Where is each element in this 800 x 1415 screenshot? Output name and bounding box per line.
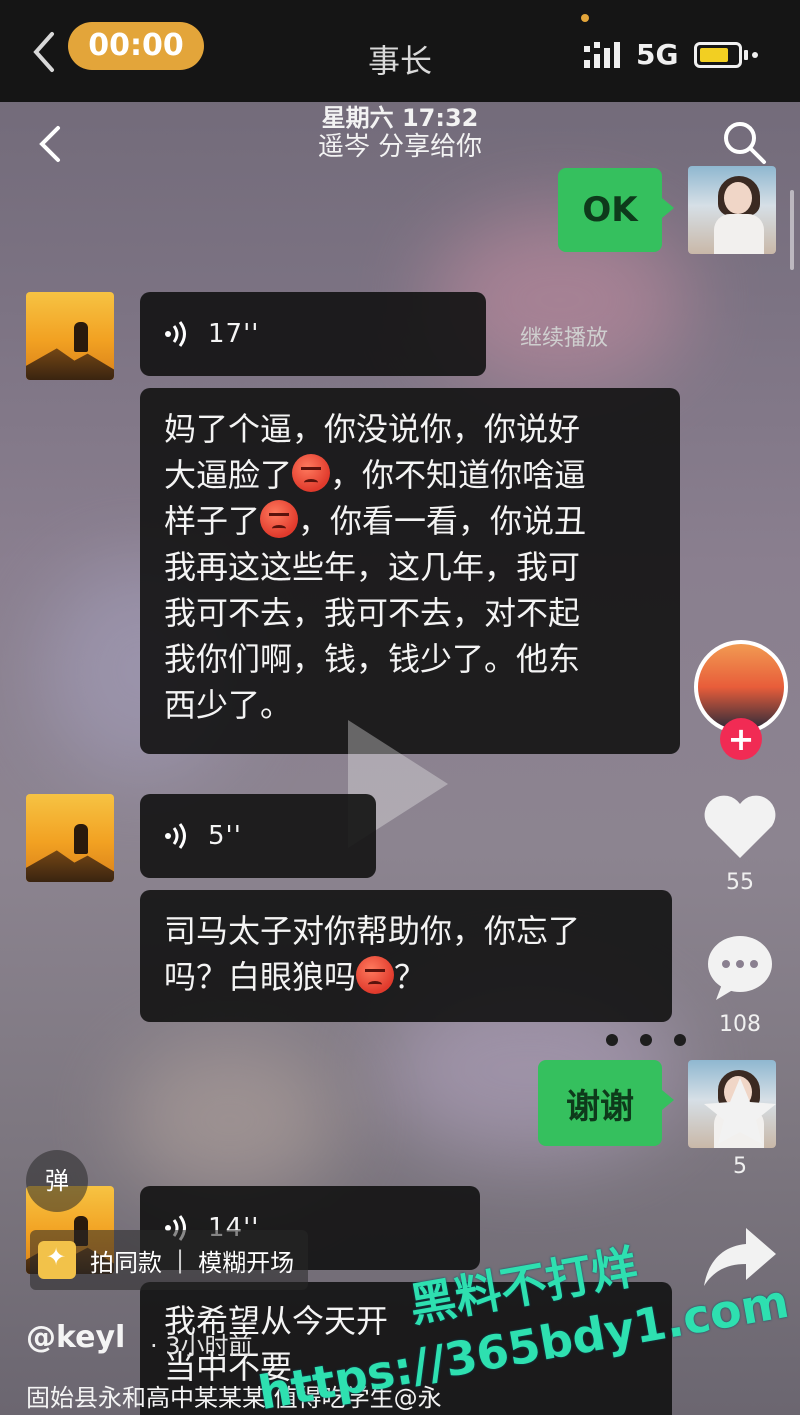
battery-icon: [694, 42, 742, 68]
author-name[interactable]: @keyl: [26, 1320, 125, 1355]
tag-same-style[interactable]: 拍同款: [90, 1243, 162, 1278]
indicator-dot: [581, 14, 589, 22]
message-line: 样子了 ，你看一看，你说丑: [164, 500, 587, 540]
chat-back-icon[interactable]: [36, 124, 62, 164]
ok-text: OK: [582, 190, 638, 230]
voice-duration: 5'': [208, 821, 242, 851]
voice-duration: 17'': [208, 319, 260, 349]
message-line: 妈了个逼，你没说你，你说好: [164, 410, 581, 448]
angry-emoji-icon: [260, 500, 299, 538]
scrollbar[interactable]: [790, 190, 794, 270]
comment-icon[interactable]: [700, 932, 780, 1002]
favorite-count: 5: [733, 1154, 747, 1179]
share-text: 遥岑 分享给你: [317, 132, 483, 162]
avatar[interactable]: [26, 794, 114, 882]
status-bar: 00:00 事长 5G: [0, 0, 800, 102]
message-line: 我可不去，我可不去，对不起: [164, 594, 581, 632]
message-line: 司马太子对你帮助你，你忘了: [164, 912, 581, 950]
ok-bubble: OK: [558, 168, 674, 252]
message-line: 我你们啊，钱，钱少了。他东: [164, 640, 581, 678]
window-title: 事长: [367, 42, 432, 80]
thanks-bubble: 谢谢: [538, 1060, 674, 1146]
ellipsis-dots: [606, 1034, 686, 1046]
tag-separator: |: [176, 1246, 185, 1274]
search-icon[interactable]: [720, 118, 768, 166]
like-count: 55: [726, 870, 754, 895]
star-icon[interactable]: [700, 1076, 780, 1146]
recording-time[interactable]: 00:00: [68, 22, 204, 70]
voice-wave-icon: [165, 321, 186, 347]
message-line: 吗？白眼狼吗？: [164, 956, 427, 996]
voice-message[interactable]: 17'': [140, 292, 486, 376]
thanks-text: 谢谢: [566, 1086, 634, 1127]
avatar[interactable]: [26, 292, 114, 380]
sparkle-icon: [38, 1241, 76, 1279]
danmu-toggle[interactable]: 弹: [26, 1150, 88, 1212]
battery-tip: [744, 50, 748, 60]
status-dot: [752, 52, 758, 58]
angry-emoji-icon: [356, 956, 395, 994]
angry-emoji-icon: [292, 454, 331, 492]
back-arrow-icon[interactable]: [30, 30, 58, 74]
follow-plus-icon[interactable]: +: [720, 718, 762, 760]
voice-message[interactable]: 5'': [140, 794, 376, 878]
avatar[interactable]: [688, 166, 776, 254]
heart-icon[interactable]: [700, 792, 780, 862]
message-line: 大逼脸了 ，你不知道你啥逼: [164, 454, 587, 494]
comment-count: 108: [719, 1012, 761, 1037]
tag-row[interactable]: 拍同款 | 模糊开场: [30, 1230, 309, 1290]
continue-playing[interactable]: 继续播放: [520, 320, 608, 352]
message-line: 我再这这些年，这几年，我可: [164, 548, 581, 586]
tag-blur-intro[interactable]: 模糊开场: [198, 1243, 294, 1278]
text-message: 妈了个逼，你没说你，你说好 大逼脸了 ，你不知道你啥逼 样子了 ，你看一看，你说丑 …: [140, 388, 680, 754]
signal-icon: [584, 42, 620, 68]
voice-wave-icon: [165, 823, 186, 849]
network-label: 5G: [636, 38, 679, 71]
text-message: 司马太子对你帮助你，你忘了 吗？白眼狼吗？: [140, 890, 672, 1022]
post-time: · 3小时前: [150, 1332, 253, 1360]
